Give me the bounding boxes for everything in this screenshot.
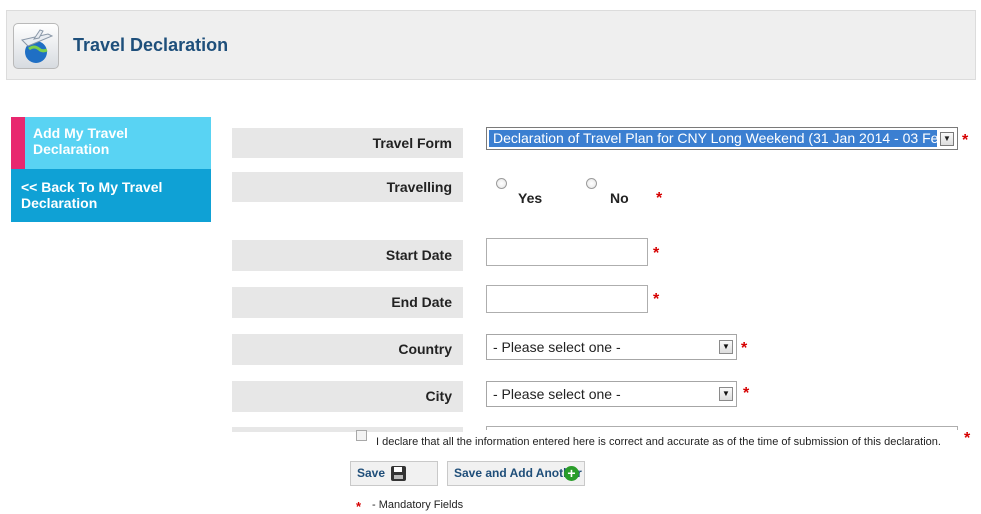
travelling-yes-radio[interactable]	[496, 178, 507, 189]
end-date-input[interactable]	[486, 285, 648, 313]
required-marker: *	[656, 190, 663, 207]
city-select[interactable]: - Please select one - ▼	[486, 381, 737, 407]
sidebar-item-label: << Back To My Travel Declaration	[21, 179, 163, 211]
page-title: Travel Declaration	[73, 35, 229, 55]
travelling-no-radio[interactable]	[586, 178, 597, 189]
page-header: Travel Declaration	[6, 10, 976, 80]
add-circle-icon: +	[564, 466, 579, 481]
travel-form-label: Travel Form	[232, 128, 463, 158]
save-button-label: Save	[357, 466, 386, 480]
end-date-label: End Date	[232, 287, 463, 318]
city-selected-value: - Please select one -	[493, 386, 621, 402]
start-date-label: Start Date	[232, 240, 463, 271]
mandatory-fields-note: - Mandatory Fields	[372, 499, 464, 511]
required-marker: *	[741, 340, 748, 357]
required-marker: *	[653, 291, 660, 308]
start-date-input[interactable]	[486, 238, 648, 266]
travelling-yes-label: Yes	[518, 190, 543, 206]
declaration-text: I declare that all the information enter…	[376, 436, 941, 448]
hidden-row-input[interactable]	[486, 426, 958, 430]
active-marker	[11, 117, 25, 169]
sidebar-item-back-to-travel-declaration[interactable]: << Back To My Travel Declaration	[11, 169, 211, 222]
country-select[interactable]: - Please select one - ▼	[486, 334, 737, 360]
save-and-add-another-button[interactable]: Save and Add Another +	[447, 461, 585, 486]
required-marker: *	[653, 245, 660, 262]
required-marker: *	[743, 385, 750, 402]
travelling-no-label: No	[610, 190, 629, 206]
hidden-row-label	[232, 427, 463, 432]
city-label: City	[232, 381, 463, 412]
sidebar: Add My Travel Declaration << Back To My …	[11, 117, 211, 222]
required-marker: *	[356, 499, 362, 514]
chevron-down-icon[interactable]: ▼	[940, 132, 954, 146]
travel-form-select[interactable]: Declaration of Travel Plan for CNY Long …	[486, 127, 958, 150]
save-button[interactable]: Save	[350, 461, 438, 486]
sidebar-item-label: Add My Travel Declaration	[33, 125, 128, 157]
floppy-disk-icon	[391, 466, 406, 481]
required-marker: *	[962, 132, 969, 149]
sidebar-item-add-travel-declaration[interactable]: Add My Travel Declaration	[11, 117, 211, 169]
save-and-add-another-label: Save and Add Another	[454, 466, 582, 480]
travelling-label: Travelling	[232, 172, 463, 202]
country-label: Country	[232, 334, 463, 365]
travel-form-selected-value: Declaration of Travel Plan for CNY Long …	[489, 130, 937, 147]
country-selected-value: - Please select one -	[493, 339, 621, 355]
chevron-down-icon[interactable]: ▼	[719, 340, 733, 354]
required-marker: *	[964, 430, 971, 447]
chevron-down-icon[interactable]: ▼	[719, 387, 733, 401]
declaration-checkbox[interactable]	[356, 430, 367, 441]
airplane-globe-icon	[13, 23, 59, 69]
